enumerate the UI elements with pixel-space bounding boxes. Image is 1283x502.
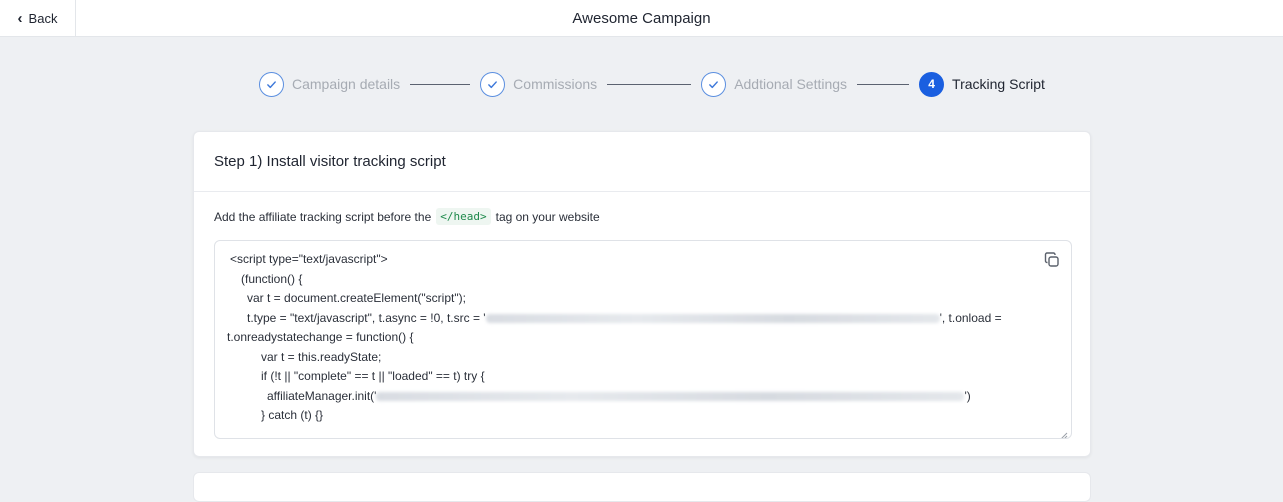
- step-label: Commissions: [513, 76, 598, 92]
- next-step-card: [193, 472, 1091, 502]
- chevron-left-icon: ‹: [17, 10, 23, 27]
- step-connector: [410, 83, 471, 85]
- step-label: Addtional Settings: [734, 76, 848, 92]
- head-tag-code: </head>: [436, 208, 491, 225]
- page-title: Awesome Campaign: [572, 10, 711, 27]
- step-label: Campaign details: [292, 76, 401, 92]
- back-button-label: Back: [28, 11, 58, 26]
- instruction-text: Add the affiliate tracking script before…: [214, 208, 600, 225]
- instruction-before: Add the affiliate tracking script before…: [214, 209, 432, 224]
- code-line: if (!t || "complete" == t || "loaded" ==…: [261, 369, 485, 383]
- step-campaign-details[interactable]: Campaign details: [259, 71, 401, 97]
- code-lines: <script type="text/javascript"> (functio…: [215, 250, 1071, 426]
- code-line: t.type = "text/javascript", t.async = !0…: [215, 309, 1071, 329]
- check-icon: [259, 71, 284, 97]
- code-line: var t = document.createElement("script")…: [247, 291, 466, 305]
- code-text: ', t.onload =: [939, 310, 1002, 325]
- step-connector: [857, 83, 910, 85]
- step-number: 4: [919, 71, 945, 97]
- code-line: (function() {: [241, 271, 303, 286]
- back-button[interactable]: ‹ Back: [0, 0, 76, 37]
- code-text: affiliateManager.init(': [267, 388, 377, 403]
- copy-icon[interactable]: [1043, 251, 1061, 269]
- code-line: } catch (t) {}: [261, 408, 324, 422]
- tracking-script-textarea[interactable]: <script type="text/javascript"> (functio…: [214, 240, 1072, 439]
- step-label: Tracking Script: [952, 76, 1045, 92]
- instruction-after: tag on your website: [495, 209, 600, 224]
- step-tracking-script[interactable]: 4 Tracking Script: [919, 71, 1045, 97]
- card-title: Step 1) Install visitor tracking script: [194, 132, 1090, 192]
- redacted-script-url: [485, 313, 940, 323]
- step-connector: [607, 83, 692, 85]
- check-icon: [480, 71, 506, 97]
- code-line: <script type="text/javascript">: [230, 252, 388, 266]
- top-bar: ‹ Back Awesome Campaign: [0, 0, 1283, 37]
- code-line: t.onreadystatechange = function() {: [227, 330, 414, 344]
- stepper: Campaign details Commissions Addtional S…: [259, 70, 1045, 98]
- code-text: t.type = "text/javascript", t.async = !0…: [247, 310, 486, 325]
- redacted-affiliate-keys: [376, 391, 965, 401]
- code-text: '): [964, 388, 971, 403]
- code-line: var t = this.readyState;: [261, 349, 382, 364]
- install-script-card: Step 1) Install visitor tracking script …: [193, 131, 1091, 457]
- step-additional-settings[interactable]: Addtional Settings: [701, 71, 848, 97]
- check-icon: [701, 71, 727, 97]
- step-commissions[interactable]: Commissions: [480, 71, 598, 97]
- code-line: affiliateManager.init(' '): [215, 387, 1071, 407]
- resize-handle-icon[interactable]: [1060, 427, 1068, 438]
